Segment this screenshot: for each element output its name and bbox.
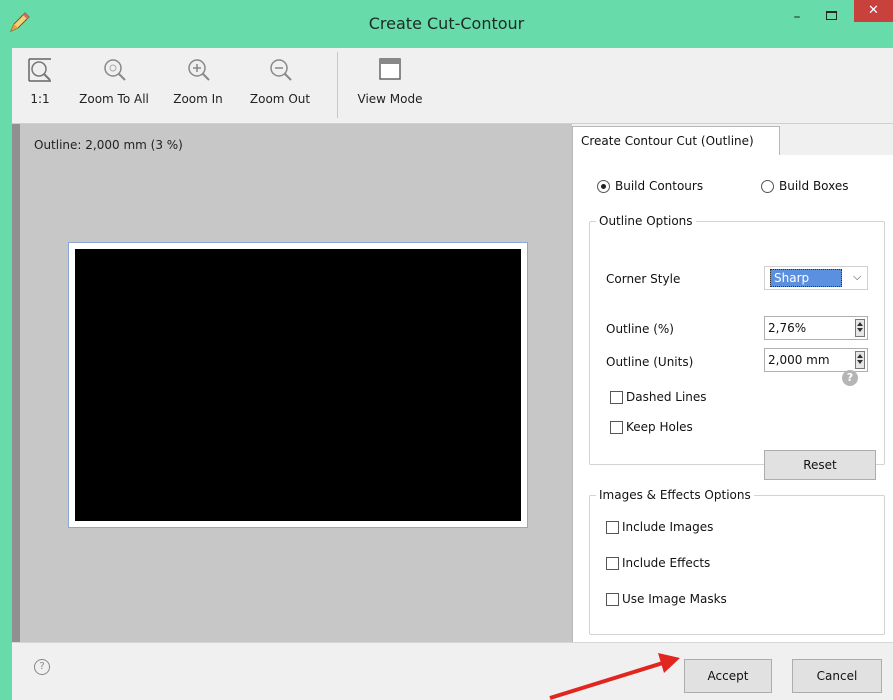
build-contours-label: Build Contours (615, 179, 704, 193)
spin-down-icon (857, 360, 863, 364)
zoom-to-all-button[interactable]: Zoom To All (78, 56, 150, 120)
help-icon[interactable]: ? (842, 370, 858, 386)
dialog-footer: ? Accept Cancel (12, 642, 893, 700)
spin-up-icon (857, 354, 863, 358)
actual-size-icon (28, 58, 51, 82)
use-image-masks-checkbox[interactable]: Use Image Masks (606, 592, 727, 606)
cancel-button[interactable]: Cancel (792, 659, 882, 693)
images-effects-group: Images & Effects Options Include Images … (589, 488, 885, 635)
zoom-in-button[interactable]: Zoom In (168, 56, 228, 120)
maximize-button[interactable] (818, 6, 844, 28)
keep-holes-label: Keep Holes (626, 420, 693, 434)
build-contours-radio[interactable]: Build Contours (597, 179, 703, 193)
spin-up-icon (857, 322, 863, 326)
preview-shape (75, 249, 521, 521)
title-bar: Create Cut-Contour – ✕ (0, 0, 893, 48)
actual-size-label: 1:1 (30, 92, 50, 106)
radio-selected-icon (597, 179, 610, 193)
accept-button[interactable]: Accept (684, 659, 772, 693)
view-mode-label: View Mode (357, 92, 423, 106)
reset-button[interactable]: Reset (764, 450, 876, 480)
help-circle-icon[interactable]: ? (34, 659, 50, 675)
outline-options-group: Outline Options Corner Style Sharp ⌵ Out… (589, 214, 885, 480)
toolbar-separator (337, 52, 338, 118)
zoom-to-all-label: Zoom To All (79, 92, 149, 106)
view-mode-icon (379, 58, 401, 80)
spinner-buttons[interactable] (855, 351, 865, 369)
minimize-button[interactable]: – (784, 6, 810, 28)
checkbox-icon (606, 556, 619, 570)
checkbox-icon (610, 420, 623, 434)
corner-style-value: Sharp (770, 269, 842, 287)
preview-pane[interactable]: Outline: 2,000 mm (3 %) (12, 124, 572, 642)
zoom-out-icon (270, 59, 292, 81)
radio-unselected-icon (761, 179, 774, 193)
zoom-out-button[interactable]: Zoom Out (244, 56, 316, 120)
options-panel: Create Contour Cut (Outline) Build Conto… (572, 124, 893, 642)
zoom-in-label: Zoom In (173, 92, 223, 106)
corner-style-select[interactable]: Sharp ⌵ (764, 266, 868, 290)
outline-units-input[interactable]: 2,000 mm (764, 348, 868, 372)
include-images-label: Include Images (622, 520, 714, 534)
outline-units-label: Outline (Units) (606, 355, 694, 369)
spinner-buttons[interactable] (855, 319, 865, 337)
outline-options-title: Outline Options (596, 214, 696, 228)
checkbox-icon (606, 592, 619, 606)
toolbar: 1:1 Zoom To All Zoom In Zoom Out View Mo… (12, 48, 893, 124)
actual-size-button[interactable]: 1:1 (22, 56, 58, 120)
include-images-checkbox[interactable]: Include Images (606, 520, 713, 534)
corner-style-label: Corner Style (606, 272, 681, 286)
zoom-in-icon (188, 59, 210, 81)
zoom-to-all-icon (104, 59, 126, 81)
dashed-lines-label: Dashed Lines (626, 390, 707, 404)
maximize-icon (826, 11, 837, 20)
use-image-masks-label: Use Image Masks (622, 592, 727, 606)
outline-units-value: 2,000 mm (768, 353, 830, 367)
view-mode-button[interactable]: View Mode (352, 56, 428, 120)
zoom-out-label: Zoom Out (249, 92, 311, 106)
build-boxes-label: Build Boxes (779, 179, 849, 193)
outline-percent-value: 2,76% (768, 321, 807, 335)
red-arrow-annotation (549, 653, 680, 700)
checkbox-icon (610, 390, 623, 404)
outline-percent-label: Outline (%) (606, 322, 674, 336)
preview-canvas[interactable] (68, 242, 528, 528)
spin-down-icon (857, 328, 863, 332)
tab-create-contour-cut[interactable]: Create Contour Cut (Outline) (572, 126, 780, 156)
outline-percent-input[interactable]: 2,76% (764, 316, 868, 340)
tab-page: Build Contours Build Boxes Outline Optio… (572, 155, 893, 642)
include-effects-label: Include Effects (622, 556, 711, 570)
outline-status-text: Outline: 2,000 mm (3 %) (34, 138, 183, 152)
build-boxes-radio[interactable]: Build Boxes (761, 179, 849, 193)
include-effects-checkbox[interactable]: Include Effects (606, 556, 710, 570)
chevron-down-icon: ⌵ (853, 270, 862, 283)
close-button[interactable]: ✕ (854, 0, 893, 22)
window-title: Create Cut-Contour (368, 14, 525, 33)
checkbox-icon (606, 520, 619, 534)
dashed-lines-checkbox[interactable]: Dashed Lines (610, 390, 707, 404)
keep-holes-checkbox[interactable]: Keep Holes (610, 420, 693, 434)
images-effects-title: Images & Effects Options (596, 488, 754, 502)
